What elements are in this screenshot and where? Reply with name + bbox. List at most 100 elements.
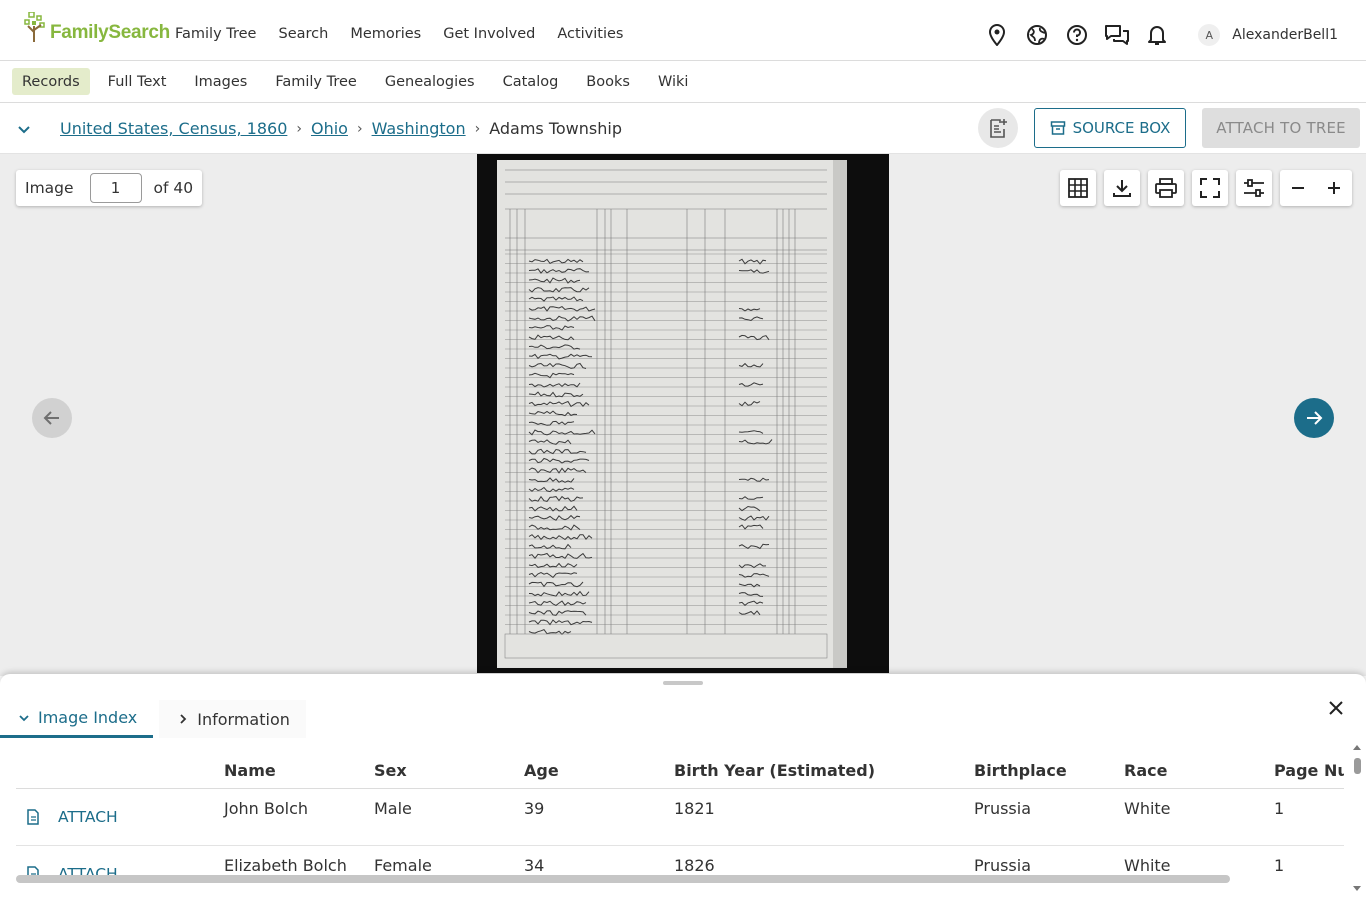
bottom-panel: Image Index Information Name Sex Age Bir… xyxy=(0,674,1366,900)
arrow-right-icon xyxy=(1307,411,1323,425)
zoom-out-button[interactable] xyxy=(1280,170,1316,206)
scroll-down-arrow-icon[interactable] xyxy=(1353,886,1361,891)
adjust-icon xyxy=(1244,179,1264,197)
bell-icon[interactable] xyxy=(1144,22,1170,48)
adjust-image-button[interactable] xyxy=(1236,170,1272,206)
help-icon[interactable] xyxy=(1064,22,1090,48)
top-header: FamilySearch Family Tree Search Memories… xyxy=(0,0,1366,61)
chevron-down-icon[interactable] xyxy=(16,121,32,137)
breadcrumb-county[interactable]: Washington xyxy=(372,119,466,138)
column-header-race[interactable]: Race xyxy=(1124,750,1274,789)
nav-search[interactable]: Search xyxy=(278,26,328,42)
note-icon xyxy=(990,119,1007,138)
nav-get-involved[interactable]: Get Involved xyxy=(443,26,535,42)
download-icon xyxy=(1113,180,1131,197)
nav-memories[interactable]: Memories xyxy=(350,26,421,42)
username[interactable]: AlexanderBell1 xyxy=(1232,27,1338,43)
column-header-page-number[interactable]: Page Number xyxy=(1274,750,1344,789)
tab-image-index-label: Image Index xyxy=(38,708,138,727)
tab-image-index[interactable]: Image Index xyxy=(0,700,154,738)
breadcrumb-collection[interactable]: United States, Census, 1860 xyxy=(60,119,287,138)
fullscreen-button[interactable] xyxy=(1192,170,1228,206)
column-header-name[interactable]: Name xyxy=(224,750,374,789)
print-button[interactable] xyxy=(1148,170,1184,206)
scroll-up-arrow-icon[interactable] xyxy=(1353,745,1361,750)
image-label: Image xyxy=(25,179,74,197)
familysearch-logo[interactable]: FamilySearch xyxy=(24,12,170,44)
image-viewer[interactable]: Image of 40 xyxy=(0,154,1366,676)
subnav-images[interactable]: Images xyxy=(184,68,257,95)
image-number-input[interactable] xyxy=(89,173,142,203)
breadcrumb-state[interactable]: Ohio xyxy=(311,119,348,138)
subnav-wiki[interactable]: Wiki xyxy=(648,68,698,95)
vertical-scrollbar[interactable] xyxy=(1354,758,1361,774)
subnav-genealogies[interactable]: Genealogies xyxy=(375,68,485,95)
breadcrumb-separator: › xyxy=(296,120,302,137)
print-icon xyxy=(1155,178,1177,198)
document-icon xyxy=(27,808,39,825)
subnav-records[interactable]: Records xyxy=(12,68,90,95)
chat-icon[interactable] xyxy=(1104,22,1130,48)
chevron-down-icon xyxy=(19,714,29,721)
grid-view-button[interactable] xyxy=(1060,170,1096,206)
tree-logo-icon xyxy=(24,12,45,42)
subnav-family-tree[interactable]: Family Tree xyxy=(265,68,366,95)
subnav-books[interactable]: Books xyxy=(576,68,640,95)
attach-link[interactable]: ATTACH xyxy=(16,808,118,826)
avatar[interactable]: A xyxy=(1198,24,1221,46)
image-counter: Image of 40 xyxy=(16,170,203,206)
grid-icon xyxy=(1068,178,1088,198)
next-image-button[interactable] xyxy=(1294,398,1334,438)
column-header-birthplace[interactable]: Birthplace xyxy=(974,750,1124,789)
cell-age: 39 xyxy=(524,788,674,846)
viewer-toolbar xyxy=(1052,170,1352,206)
download-button[interactable] xyxy=(1104,170,1140,206)
archive-box-icon xyxy=(1050,121,1065,135)
breadcrumb: United States, Census, 1860 › Ohio › Was… xyxy=(60,119,622,138)
zoom-in-icon xyxy=(1328,182,1340,194)
breadcrumb-separator: › xyxy=(356,120,363,137)
image-index-table: Name Sex Age Birth Year (Estimated) Birt… xyxy=(16,750,1344,888)
census-record-image[interactable] xyxy=(477,154,889,673)
cell-page-number: 1 xyxy=(1274,788,1344,846)
globe-icon[interactable] xyxy=(1024,22,1050,48)
census-page-scan xyxy=(477,154,889,673)
zoom-in-button[interactable] xyxy=(1316,170,1352,206)
chevron-right-icon xyxy=(180,714,187,724)
column-header-age[interactable]: Age xyxy=(524,750,674,789)
breadcrumb-current: Adams Township xyxy=(489,119,622,138)
cell-birth-year: 1821 xyxy=(674,788,974,846)
column-header-birth-year[interactable]: Birth Year (Estimated) xyxy=(674,750,974,789)
previous-image-button[interactable] xyxy=(32,398,72,438)
source-box-label: SOURCE BOX xyxy=(1072,119,1171,137)
arrow-left-icon xyxy=(43,411,59,425)
column-header-sex[interactable]: Sex xyxy=(374,750,524,789)
nav-activities[interactable]: Activities xyxy=(557,26,623,42)
tab-information[interactable]: Information xyxy=(159,700,306,738)
panel-tabs: Image Index Information xyxy=(0,700,306,738)
horizontal-scrollbar[interactable] xyxy=(16,875,1230,883)
column-header-attach xyxy=(16,750,224,789)
cell-race: White xyxy=(1124,788,1274,846)
cell-birthplace: Prussia xyxy=(974,788,1124,846)
add-note-button[interactable] xyxy=(978,108,1018,148)
cell-sex: Male xyxy=(374,788,524,846)
subnav-catalog[interactable]: Catalog xyxy=(493,68,569,95)
main-nav: Family Tree Search Memories Get Involved… xyxy=(175,26,623,42)
cell-name: John Bolch xyxy=(224,788,374,846)
table-header-row: Name Sex Age Birth Year (Estimated) Birt… xyxy=(16,750,1344,789)
image-total: of 40 xyxy=(153,179,194,197)
panel-drag-handle[interactable] xyxy=(663,681,703,685)
breadcrumb-separator: › xyxy=(474,120,481,137)
close-icon xyxy=(1329,701,1343,715)
close-panel-button[interactable] xyxy=(1324,696,1348,720)
tab-information-label: Information xyxy=(197,709,290,729)
zoom-controls xyxy=(1280,170,1352,206)
table-row[interactable]: ATTACH John Bolch Male 39 1821 Prussia W… xyxy=(16,788,1344,846)
map-pin-icon[interactable] xyxy=(984,22,1010,48)
zoom-out-icon xyxy=(1292,187,1304,189)
nav-family-tree[interactable]: Family Tree xyxy=(175,26,256,42)
subnav-full-text[interactable]: Full Text xyxy=(98,68,177,95)
attach-to-tree-button[interactable]: ATTACH TO TREE xyxy=(1202,108,1360,148)
source-box-button[interactable]: SOURCE BOX xyxy=(1034,108,1186,148)
